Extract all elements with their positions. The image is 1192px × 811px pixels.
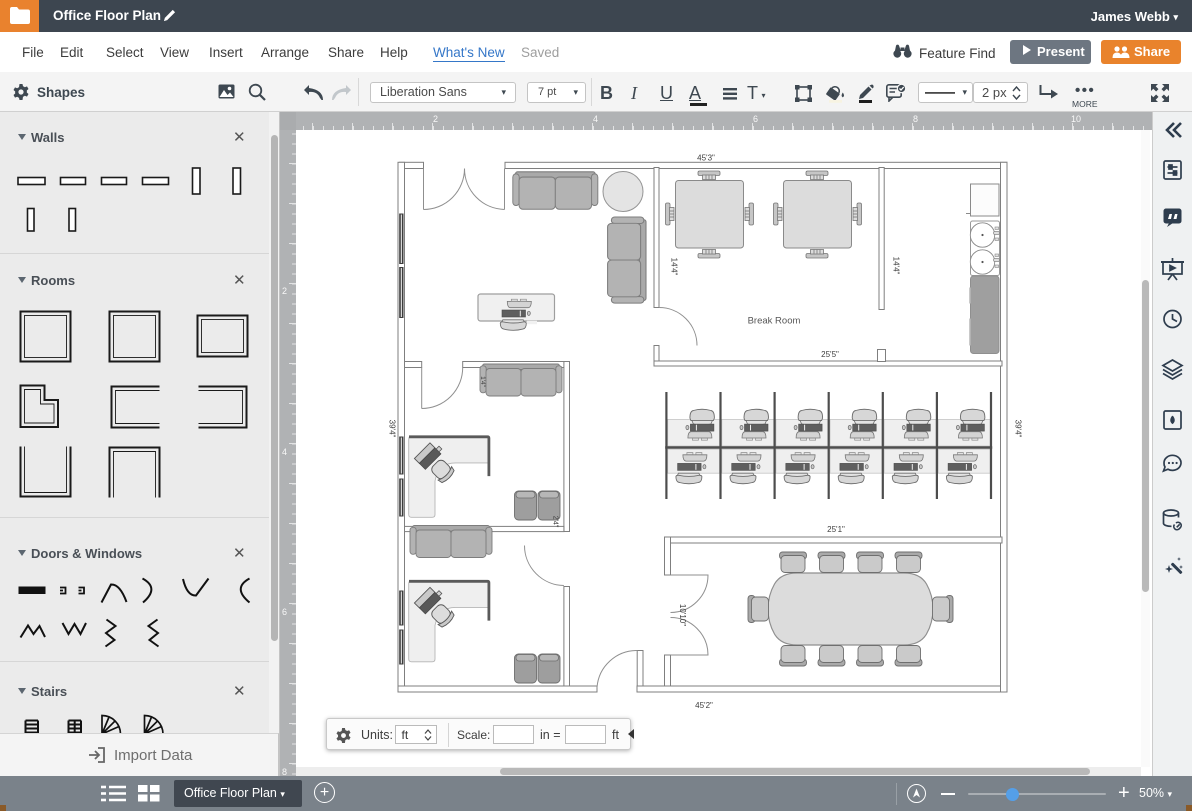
svg-text:1'4": 1'4" — [479, 376, 486, 387]
svg-text:10'10": 10'10" — [678, 603, 687, 625]
svg-text:2'4": 2'4" — [552, 515, 559, 527]
svg-text:45'3": 45'3" — [697, 153, 715, 162]
svg-text:14'4": 14'4" — [670, 257, 679, 275]
svg-text:25'5": 25'5" — [821, 350, 839, 359]
svg-text:14'4": 14'4" — [892, 256, 901, 274]
svg-text:Break Room: Break Room — [748, 315, 801, 326]
svg-text:39'4": 39'4" — [388, 419, 397, 437]
svg-text:25'1": 25'1" — [827, 525, 845, 534]
svg-text:39'4": 39'4" — [1014, 419, 1023, 437]
svg-text:45'2": 45'2" — [695, 701, 713, 710]
